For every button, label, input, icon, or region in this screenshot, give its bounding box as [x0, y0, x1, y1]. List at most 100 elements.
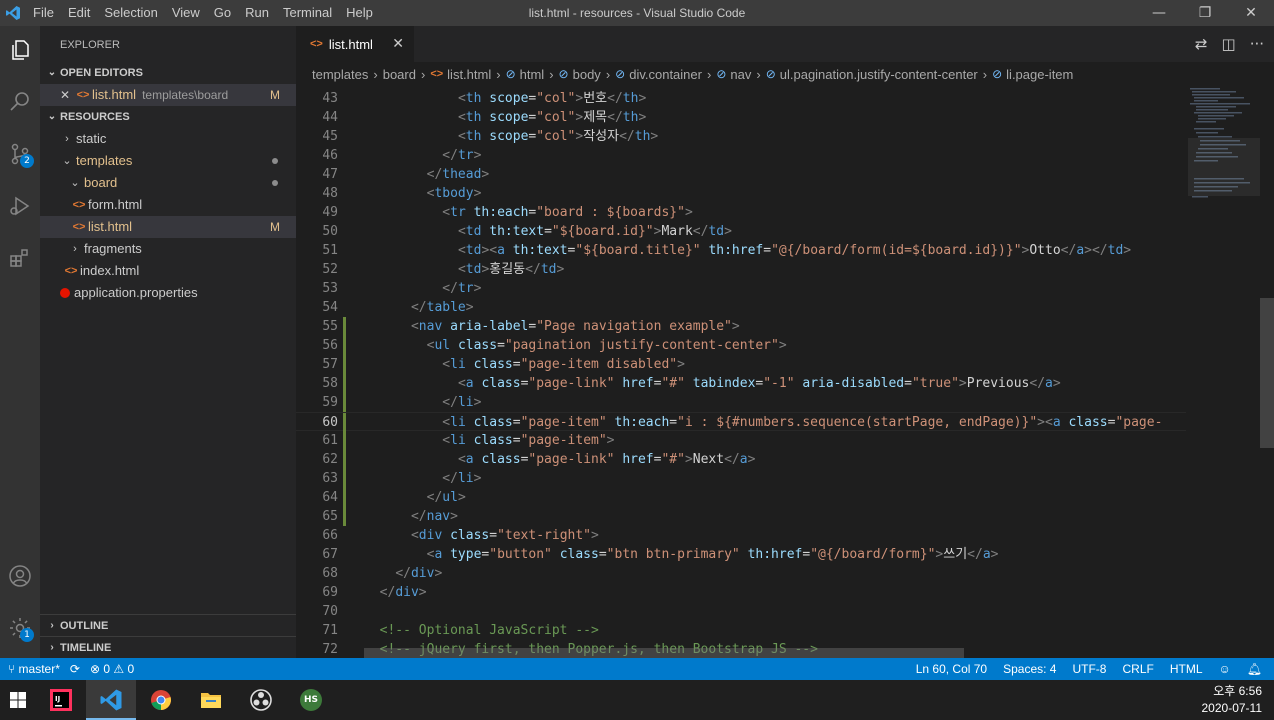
tree-file-list[interactable]: <> list.html M	[40, 216, 296, 238]
code-line[interactable]: 59 </li>	[296, 393, 1186, 412]
code-line[interactable]: 44 <th scope="col">제목</th>	[296, 108, 1186, 127]
split-editor-icon[interactable]: ◫	[1222, 35, 1236, 53]
tree-folder-board[interactable]: ⌄ board	[40, 172, 296, 194]
breadcrumb-board[interactable]: board	[383, 67, 416, 82]
tree-folder-fragments[interactable]: › fragments	[40, 238, 296, 260]
code-line[interactable]: 66 <div class="text-right">	[296, 526, 1186, 545]
menu-help[interactable]: Help	[339, 0, 380, 26]
breadcrumb-nav[interactable]: ⊘ nav	[716, 67, 751, 82]
breadcrumb-li-page-item[interactable]: ⊘ li.page-item	[992, 67, 1073, 82]
vscode-taskbar-icon[interactable]	[86, 680, 136, 720]
breadcrumb-body[interactable]: ⊘ body	[559, 67, 601, 82]
tree-file-form[interactable]: <> form.html	[40, 194, 296, 216]
branch-indicator[interactable]: ⑂ master*	[8, 662, 60, 676]
code-line[interactable]: 61 <li class="page-item">	[296, 431, 1186, 450]
code-line[interactable]: 52 <td>홍길동</td>	[296, 260, 1186, 279]
windows-start-icon[interactable]	[0, 680, 36, 720]
menu-terminal[interactable]: Terminal	[276, 0, 339, 26]
file-explorer-icon[interactable]	[186, 680, 236, 720]
code-line[interactable]: 60 <li class="page-item" th:each="i : ${#…	[296, 412, 1186, 432]
resources-header[interactable]: ⌄ RESOURCES	[40, 106, 296, 128]
language-mode[interactable]: HTML	[1170, 662, 1203, 676]
menu-run[interactable]: Run	[238, 0, 276, 26]
code-line[interactable]: 55 <nav aria-label="Page navigation examp…	[296, 317, 1186, 336]
hs-app-icon[interactable]: HS	[286, 680, 336, 720]
code-line[interactable]: 46 </tr>	[296, 146, 1186, 165]
code-token: nav	[418, 319, 443, 334]
code-line[interactable]: 64 </ul>	[296, 488, 1186, 507]
code-line[interactable]: 47 </thead>	[296, 165, 1186, 184]
code-line[interactable]: 65 </nav>	[296, 507, 1186, 526]
code-line[interactable]: 58 <a class="page-link" href="#" tabindex…	[296, 374, 1186, 393]
menu-file[interactable]: File	[26, 0, 61, 26]
sync-icon[interactable]: ⟳	[70, 662, 80, 676]
close-window-button[interactable]: ✕	[1228, 0, 1274, 26]
run-debug-icon[interactable]	[0, 186, 40, 226]
source-control-icon[interactable]: 2	[0, 134, 40, 174]
code-line[interactable]: 67 <a type="button" class="btn btn-primar…	[296, 545, 1186, 564]
breadcrumb-ul-pagination[interactable]: ⊘ ul.pagination.justify-content-center	[766, 67, 978, 82]
code-line[interactable]: 68 </div>	[296, 564, 1186, 583]
encoding[interactable]: UTF-8	[1072, 662, 1106, 676]
open-editor-item[interactable]: ✕ <> list.html templates\board M	[40, 84, 296, 106]
code-token: ul	[442, 490, 458, 505]
tree-file-index[interactable]: <> index.html	[40, 260, 296, 282]
outline-header[interactable]: › OUTLINE	[40, 614, 296, 636]
intellij-icon[interactable]: IJ	[36, 680, 86, 720]
account-icon[interactable]	[0, 556, 40, 596]
menu-edit[interactable]: Edit	[61, 0, 97, 26]
settings-gear-icon[interactable]: 1	[0, 608, 40, 648]
open-editors-header[interactable]: ⌄ OPEN EDITORS	[40, 62, 296, 84]
code-line[interactable]: 45 <th scope="col">작성자</th>	[296, 127, 1186, 146]
minimize-button[interactable]: —	[1136, 0, 1182, 26]
code-line[interactable]: 43 <th scope="col">번호</th>	[296, 89, 1186, 108]
more-actions-icon[interactable]: ···	[1250, 35, 1264, 53]
code-line[interactable]: 71 <!-- Optional JavaScript -->	[296, 621, 1186, 640]
code-text: <a class="page-link" href="#" tabindex="…	[458, 374, 1061, 393]
close-icon[interactable]: ✕	[60, 84, 74, 106]
code-line[interactable]: 69 </div>	[296, 583, 1186, 602]
code-line[interactable]: 70	[296, 602, 1186, 621]
tab-list-html[interactable]: <> list.html ✕	[296, 26, 414, 62]
code-line[interactable]: 57 <li class="page-item disabled">	[296, 355, 1186, 374]
explorer-icon[interactable]	[0, 30, 40, 70]
code-line[interactable]: 54 </table>	[296, 298, 1186, 317]
breadcrumb-html[interactable]: ⊘ html	[506, 67, 545, 82]
search-icon[interactable]	[0, 82, 40, 122]
code-line[interactable]: 63 </li>	[296, 469, 1186, 488]
open-changes-icon[interactable]: ⇄	[1195, 35, 1208, 53]
feedback-icon[interactable]: ☺	[1219, 662, 1231, 676]
menu-go[interactable]: Go	[207, 0, 238, 26]
vertical-scrollbar[interactable]	[1260, 298, 1274, 448]
code-line[interactable]: 62 <a class="page-link" href="#">Next</a>	[296, 450, 1186, 469]
code-line[interactable]: 56 <ul class="pagination justify-content-…	[296, 336, 1186, 355]
timeline-header[interactable]: › TIMELINE	[40, 636, 296, 658]
horizontal-scrollbar[interactable]	[364, 648, 964, 658]
code-line[interactable]: 53 </tr>	[296, 279, 1186, 298]
code-line[interactable]: 51 <td><a th:text="${board.title}" th:hre…	[296, 241, 1186, 260]
breadcrumb-div-container[interactable]: ⊘ div.container	[615, 67, 702, 82]
tab-close-icon[interactable]: ✕	[392, 35, 404, 52]
cursor-position[interactable]: Ln 60, Col 70	[916, 662, 987, 676]
code-line[interactable]: 48 <tbody>	[296, 184, 1186, 203]
problems-indicator[interactable]: ⊗ 0 ⚠ 0	[90, 662, 134, 676]
chrome-icon[interactable]	[136, 680, 186, 720]
menu-view[interactable]: View	[165, 0, 207, 26]
maximize-button[interactable]: ❐	[1182, 0, 1228, 26]
tree-folder-templates[interactable]: ⌄ templates	[40, 150, 296, 172]
breadcrumb-templates[interactable]: templates	[312, 67, 368, 82]
extensions-icon[interactable]	[0, 238, 40, 278]
code-editor[interactable]: 43 <th scope="col">번호</th> 44 <th scope="co…	[296, 88, 1274, 658]
obs-icon[interactable]	[236, 680, 286, 720]
end-of-line[interactable]: CRLF	[1122, 662, 1153, 676]
system-clock[interactable]: 오후 6:56 2020-07-11	[1202, 680, 1263, 720]
menu-selection[interactable]: Selection	[97, 0, 164, 26]
breadcrumb-list-html[interactable]: <> list.html	[430, 67, 491, 82]
code-line[interactable]: 49 <tr th:each="board : ${boards}">	[296, 203, 1186, 222]
notifications-bell-icon[interactable]: 🔔︎	[1247, 662, 1262, 676]
tree-file-application-properties[interactable]: application.properties	[40, 282, 296, 304]
tree-folder-static[interactable]: › static	[40, 128, 296, 150]
code-line[interactable]: 50 <td th:text="${board.id}">Mark</td>	[296, 222, 1186, 241]
minimap[interactable]	[1188, 88, 1260, 658]
indentation[interactable]: Spaces: 4	[1003, 662, 1056, 676]
